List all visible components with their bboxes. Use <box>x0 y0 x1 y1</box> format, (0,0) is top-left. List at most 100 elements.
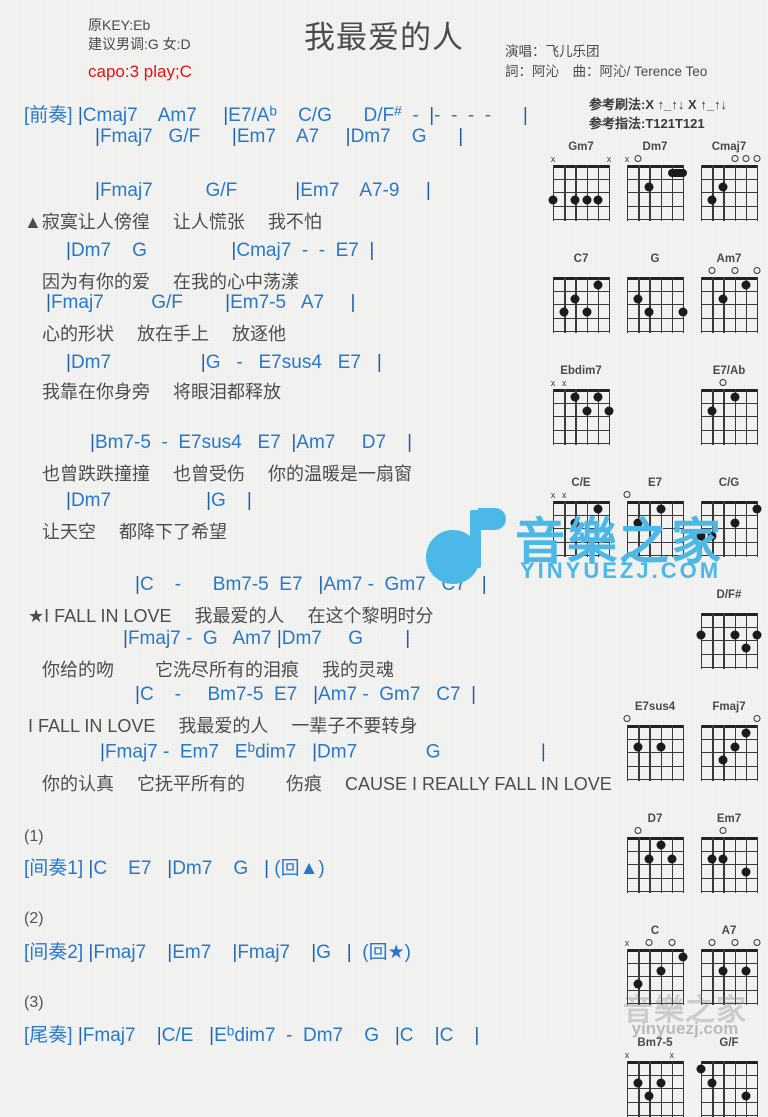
chord-line: |Fmaj7 G/F |Em7-5 A7 | <box>46 292 356 313</box>
chord-diagram-label: E7 <box>647 477 663 489</box>
chord-line: |Fmaj7 G/F |Em7 A7-9 | <box>95 180 431 201</box>
open-mute-markers <box>622 714 688 725</box>
fret-dot <box>633 979 643 989</box>
muted-string-icon: x <box>550 154 556 164</box>
chord-diagram-label: Em7 <box>716 813 742 825</box>
fret-dot <box>593 280 603 290</box>
lyric-line: 也曾跌跌撞撞 也曾受伤 你的温暖是一扇窗 <box>42 464 412 484</box>
chord-diagram-label: E7sus4 <box>634 701 676 713</box>
lyric-line: 因为有你的爱 在我的心中荡漾 <box>42 272 299 292</box>
chord-diagram-d7: D7 <box>622 812 688 893</box>
chord-diagram-c-g: C/G <box>696 476 762 557</box>
fret-dot <box>707 854 717 864</box>
open-string-icon <box>708 267 716 274</box>
lyric-line: ★I FALL IN LOVE 我最爱的人 在这个黎明时分 <box>28 606 434 626</box>
open-mute-markers <box>622 266 688 277</box>
fretboard-grid <box>701 165 759 221</box>
fret-dot <box>741 280 751 290</box>
fretboard-grid <box>701 837 759 893</box>
muted-string-icon: x <box>561 490 567 500</box>
chord-line: |C - Bm7-5 E7 |Am7 - Gm7 C7 | <box>135 684 477 705</box>
chord-diagram-label: Cmaj7 <box>711 141 747 153</box>
singer-line: 演唱：飞儿乐团 <box>505 44 600 59</box>
chord-diagram-label: D7 <box>647 813 663 825</box>
open-mute-markers: x <box>622 154 688 165</box>
chord-line: |C - Bm7-5 E7 |Am7 - Gm7 C7 | <box>135 574 487 595</box>
chord-line: [间奏1] |C E7 |Dm7 G | (回▲) <box>24 858 325 879</box>
fret-dot <box>656 742 666 752</box>
muted-string-icon: x <box>561 378 567 388</box>
fret-dot <box>752 630 762 640</box>
fret-dot <box>718 755 728 765</box>
fret-dot <box>644 854 654 864</box>
chord-diagram-c7: C7 <box>548 252 614 333</box>
chord-diagram-dm7: Dm7 x <box>622 140 688 221</box>
credits-block: 演唱：飞儿乐团 詞：阿沁 曲：阿沁/ Terence Teo <box>505 42 707 83</box>
fretboard-grid <box>627 277 688 333</box>
fret-dot <box>656 966 666 976</box>
section-marker: (1) <box>24 828 44 845</box>
open-string-icon <box>742 155 750 162</box>
chord-diagram-label: D/F# <box>716 589 742 601</box>
fretboard-grid <box>696 1061 759 1117</box>
fret-dot <box>570 392 580 402</box>
chord-diagram-label: C <box>650 925 660 937</box>
chord-line: [间奏2] |Fmaj7 |Em7 |Fmaj7 |G | (回★) <box>24 942 411 963</box>
chord-diagram-a7: A7 <box>696 924 762 1005</box>
fret-dot <box>752 504 762 514</box>
chord-line: |Fmaj7 - Em7 Ebdim7 |Dm7 G | <box>100 740 546 763</box>
fret-dot <box>741 1091 751 1101</box>
fret-dot <box>582 307 592 317</box>
fret-dot <box>644 307 654 317</box>
chord-diagram-g: G <box>622 252 688 333</box>
chord-diagram-e7: E7 <box>622 476 688 557</box>
open-string-icon <box>753 267 761 274</box>
composer-line: 詞：阿沁 曲：阿沁/ Terence Teo <box>505 64 708 80</box>
fretboard-grid <box>701 725 759 781</box>
chord-diagram-label: Am7 <box>716 253 742 265</box>
fret-dot <box>730 518 740 528</box>
fretboard-grid <box>696 501 762 557</box>
fret-dot <box>593 504 603 514</box>
chord-diagram-e7sus4: E7sus4 <box>622 700 688 781</box>
fretboard-grid <box>627 165 687 221</box>
open-mute-markers <box>696 378 762 389</box>
fret-dot <box>644 1091 654 1101</box>
fret-dot <box>678 952 688 962</box>
section-marker: (3) <box>24 994 44 1011</box>
fret-dot <box>633 742 643 752</box>
open-mute-markers: xx <box>548 154 614 165</box>
open-string-icon <box>753 155 761 162</box>
chord-diagram-label: Gm7 <box>568 141 594 153</box>
open-string-icon <box>753 715 761 722</box>
fret-dot <box>741 643 751 653</box>
chord-diagram-fmaj7: Fmaj7 <box>696 700 762 781</box>
fretboard-grid <box>553 501 611 557</box>
fret-dot <box>593 195 603 205</box>
muted-string-icon: x <box>669 1050 675 1060</box>
fretboard-grid <box>627 725 685 781</box>
fret-dot <box>570 518 580 528</box>
fret-dot <box>741 966 751 976</box>
chord-line: |Dm7 |G - E7sus4 E7 | <box>66 352 382 373</box>
chord-diagram-e7-ab: E7/Ab <box>696 364 762 445</box>
chord-diagram-d-f-: D/F# <box>696 588 762 669</box>
open-mute-markers: xx <box>548 490 614 501</box>
muted-string-icon: x <box>624 938 630 948</box>
chord-diagram-ebdim7: Ebdim7 x x <box>548 364 614 445</box>
fretboard-grid <box>627 949 688 1005</box>
fret-dot <box>718 294 728 304</box>
fret-dot <box>570 294 580 304</box>
fret-dot <box>707 406 717 416</box>
fretboard-grid <box>553 277 611 333</box>
fret-dot <box>730 392 740 402</box>
strumming-reference-block: 参考刷法:X ↑_↑↓ X ↑_↑↓ 参考指法:T121T121 <box>589 96 727 134</box>
chord-diagram-label: G <box>650 253 660 265</box>
strum-pattern: 参考刷法:X ↑_↑↓ X ↑_↑↓ <box>589 97 727 112</box>
fretboard-grid <box>627 1061 685 1117</box>
chord-line: |Dm7 |G | <box>66 490 252 511</box>
lyric-line: I FALL IN LOVE 我最爱的人 一辈子不要转身 <box>28 716 418 736</box>
open-string-icon <box>623 491 631 498</box>
chord-diagram-label: C/G <box>718 477 740 489</box>
open-string-icon <box>668 939 676 946</box>
